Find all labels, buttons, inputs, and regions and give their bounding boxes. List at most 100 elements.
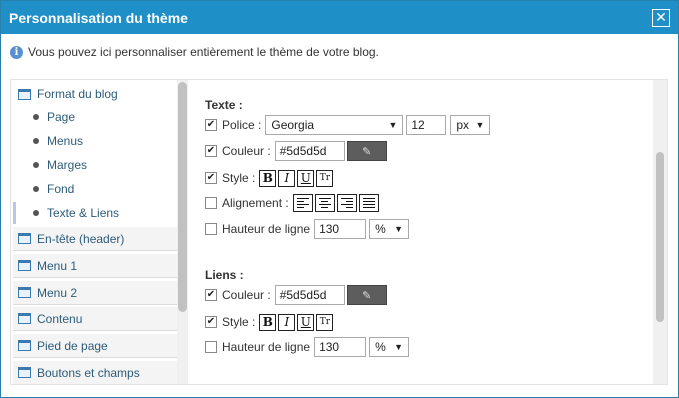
settings-panel: Format du blog Page Menus Marges Fond Te… xyxy=(10,79,668,385)
sidebar-item-contenu[interactable]: Contenu xyxy=(13,307,177,331)
info-icon: i xyxy=(10,45,23,59)
sidebar-subitem-marges[interactable]: Marges xyxy=(13,154,177,176)
alignement-row: Alignement : xyxy=(205,193,381,213)
font-size-input[interactable]: 12 xyxy=(406,115,447,135)
sidebar-subitem-menus[interactable]: Menus xyxy=(13,130,177,152)
sidebar-subitem-fond[interactable]: Fond xyxy=(13,178,177,200)
layout-icon xyxy=(18,88,31,100)
liens-style-label: Style : xyxy=(222,315,256,329)
liens-couleur-label: Couleur : xyxy=(222,288,271,302)
layout-icon xyxy=(18,233,31,244)
text-transform-button[interactable]: Tr xyxy=(316,169,334,187)
sidebar-subitem-texte-liens[interactable]: Texte & Liens xyxy=(13,202,177,224)
italic-button[interactable]: I xyxy=(278,169,296,187)
liens-hauteur-row: Hauteur de ligne 130 % ▼ xyxy=(205,337,410,357)
dialog-titlebar: Personnalisation du thème ✕ xyxy=(1,1,678,34)
layout-icon xyxy=(18,287,31,298)
align-justify-icon[interactable] xyxy=(358,194,379,212)
align-left-icon[interactable] xyxy=(292,194,313,212)
settings-content: Texte : ✔ Police : Georgia ▼ 12 px ▼ ✔ C… xyxy=(190,80,667,384)
liens-text-transform-button[interactable]: Tr xyxy=(316,313,334,331)
content-scrollbar-thumb[interactable] xyxy=(656,152,664,322)
liens-bold-button[interactable]: B xyxy=(259,313,277,331)
info-text: Vous pouvez ici personnaliser entièremen… xyxy=(28,45,379,59)
liens-line-height-unit-select[interactable]: % ▼ xyxy=(369,337,410,357)
unit-value: % xyxy=(375,222,386,236)
font-family-select[interactable]: Georgia ▼ xyxy=(265,115,404,135)
sidebar-subitem-label: Page xyxy=(47,110,76,124)
align-center-icon[interactable] xyxy=(314,194,335,212)
bullet-icon xyxy=(33,210,39,216)
chevron-down-icon: ▼ xyxy=(388,120,398,130)
unit-value: px xyxy=(456,118,470,132)
section-title-liens: Liens : xyxy=(205,268,244,282)
font-family-value: Georgia xyxy=(271,118,315,132)
liens-underline-button[interactable]: U xyxy=(297,313,315,331)
content-scrollbar[interactable] xyxy=(653,80,667,384)
hauteur-row: Hauteur de ligne 130 % ▼ xyxy=(205,219,410,239)
sidebar-item-label: Format du blog xyxy=(37,87,118,101)
style-checkbox[interactable]: ✔ xyxy=(205,172,217,184)
sidebar-item-menu-1[interactable]: Menu 1 xyxy=(13,254,177,278)
sidebar-item-pied-de-page[interactable]: Pied de page xyxy=(13,334,177,358)
bold-button[interactable]: B xyxy=(259,169,277,187)
line-height-unit-select[interactable]: % ▼ xyxy=(369,219,410,239)
hauteur-checkbox[interactable] xyxy=(205,223,217,235)
sidebar-item-boutons-et-champs[interactable]: Boutons et champs xyxy=(13,361,177,384)
underline-button[interactable]: U xyxy=(297,169,315,187)
alignement-label: Alignement : xyxy=(222,196,289,210)
sidebar-subitem-label: Texte & Liens xyxy=(47,206,120,220)
liens-hauteur-checkbox[interactable] xyxy=(205,341,217,353)
dialog-title: Personnalisation du thème xyxy=(9,10,188,26)
liens-italic-button[interactable]: I xyxy=(278,313,296,331)
sidebar-subitem-label: Fond xyxy=(47,182,75,196)
liens-color-picker-button[interactable]: ✎ xyxy=(346,285,387,305)
sidebar-subitem-page[interactable]: Page xyxy=(13,106,177,128)
layout-icon xyxy=(18,313,31,324)
couleur-checkbox[interactable]: ✔ xyxy=(205,145,217,157)
bullet-icon xyxy=(33,114,39,120)
sidebar-subitem-label: Marges xyxy=(47,158,88,172)
chevron-down-icon: ▼ xyxy=(475,120,485,130)
close-button[interactable]: ✕ xyxy=(652,9,670,27)
liens-line-height-input[interactable]: 130 xyxy=(314,337,367,357)
style-label: Style : xyxy=(222,171,256,185)
sidebar-scrollbar[interactable] xyxy=(177,80,188,384)
sidebar-item-format-du-blog[interactable]: Format du blog xyxy=(13,82,177,106)
alignement-checkbox[interactable] xyxy=(205,197,217,209)
sidebar-item-en-tete[interactable]: En-tête (header) xyxy=(13,227,177,251)
sidebar-item-label: Pied de page xyxy=(37,338,108,353)
bullet-icon xyxy=(33,162,39,168)
category-sidebar: Format du blog Page Menus Marges Fond Te… xyxy=(11,80,189,384)
couleur-label: Couleur : xyxy=(222,144,271,158)
sidebar-item-label: Menu 1 xyxy=(37,258,78,273)
couleur-row: ✔ Couleur : #5d5d5d ✎ xyxy=(205,141,387,161)
hauteur-label: Hauteur de ligne xyxy=(222,222,311,236)
liens-style-row: ✔ Style : B I U Tr xyxy=(205,312,335,332)
sidebar-item-menu-2[interactable]: Menu 2 xyxy=(13,281,177,305)
color-picker-button[interactable]: ✎ xyxy=(346,141,387,161)
layout-icon xyxy=(18,340,31,351)
eyedropper-icon: ✎ xyxy=(362,289,372,302)
liens-style-checkbox[interactable]: ✔ xyxy=(205,316,217,328)
sidebar-item-label: Boutons et champs xyxy=(37,365,140,380)
style-row: ✔ Style : B I U Tr xyxy=(205,168,335,188)
info-message: i Vous pouvez ici personnaliser entièrem… xyxy=(10,44,379,60)
section-title-texte: Texte : xyxy=(205,98,243,112)
police-checkbox[interactable]: ✔ xyxy=(205,119,217,131)
liens-color-input[interactable]: #5d5d5d xyxy=(274,285,345,305)
bullet-icon xyxy=(33,186,39,192)
chevron-down-icon: ▼ xyxy=(394,224,404,234)
align-right-icon[interactable] xyxy=(336,194,357,212)
chevron-down-icon: ▼ xyxy=(394,342,404,352)
liens-couleur-checkbox[interactable]: ✔ xyxy=(205,289,217,301)
theme-dialog: Personnalisation du thème ✕ i Vous pouve… xyxy=(0,0,679,398)
color-input[interactable]: #5d5d5d xyxy=(274,141,345,161)
sidebar-scrollbar-thumb[interactable] xyxy=(178,82,187,312)
form-icon xyxy=(18,367,31,378)
liens-couleur-row: ✔ Couleur : #5d5d5d ✎ xyxy=(205,285,387,305)
unit-value: % xyxy=(375,340,386,354)
line-height-input[interactable]: 130 xyxy=(314,219,367,239)
font-size-unit-select[interactable]: px ▼ xyxy=(450,115,491,135)
sidebar-subitem-label: Menus xyxy=(47,134,84,148)
